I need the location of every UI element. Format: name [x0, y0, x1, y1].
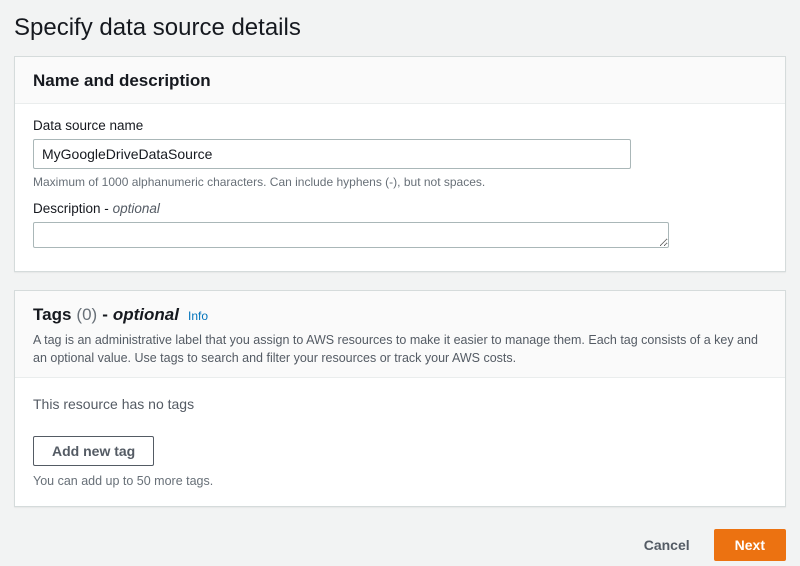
name-description-panel: Name and description Data source name Ma…	[14, 56, 786, 272]
tags-description: A tag is an administrative label that yo…	[33, 331, 767, 367]
data-source-name-label: Data source name	[33, 118, 767, 133]
description-field: Description - optional	[33, 201, 767, 253]
add-new-tag-button[interactable]: Add new tag	[33, 436, 154, 466]
tags-panel: Tags (0) - optional Info A tag is an adm…	[14, 290, 786, 507]
description-textarea[interactable]	[33, 222, 669, 248]
tags-empty-message: This resource has no tags	[33, 396, 767, 412]
description-label: Description - optional	[33, 201, 767, 216]
footer-actions: Cancel Next	[14, 525, 786, 561]
name-description-heading: Name and description	[33, 71, 767, 91]
tags-header: Tags (0) - optional Info A tag is an adm…	[15, 291, 785, 378]
data-source-name-input[interactable]	[33, 139, 631, 169]
page-title: Specify data source details	[14, 14, 786, 42]
tags-title: Tags (0) - optional Info	[33, 305, 767, 325]
name-description-header: Name and description	[15, 57, 785, 104]
tags-count: (0)	[76, 305, 97, 325]
data-source-name-field: Data source name Maximum of 1000 alphanu…	[33, 118, 767, 189]
cancel-button[interactable]: Cancel	[632, 529, 702, 561]
tags-hint: You can add up to 50 more tags.	[33, 474, 767, 488]
tags-info-link[interactable]: Info	[188, 309, 208, 323]
data-source-name-hint: Maximum of 1000 alphanumeric characters.…	[33, 175, 767, 189]
next-button[interactable]: Next	[714, 529, 786, 561]
